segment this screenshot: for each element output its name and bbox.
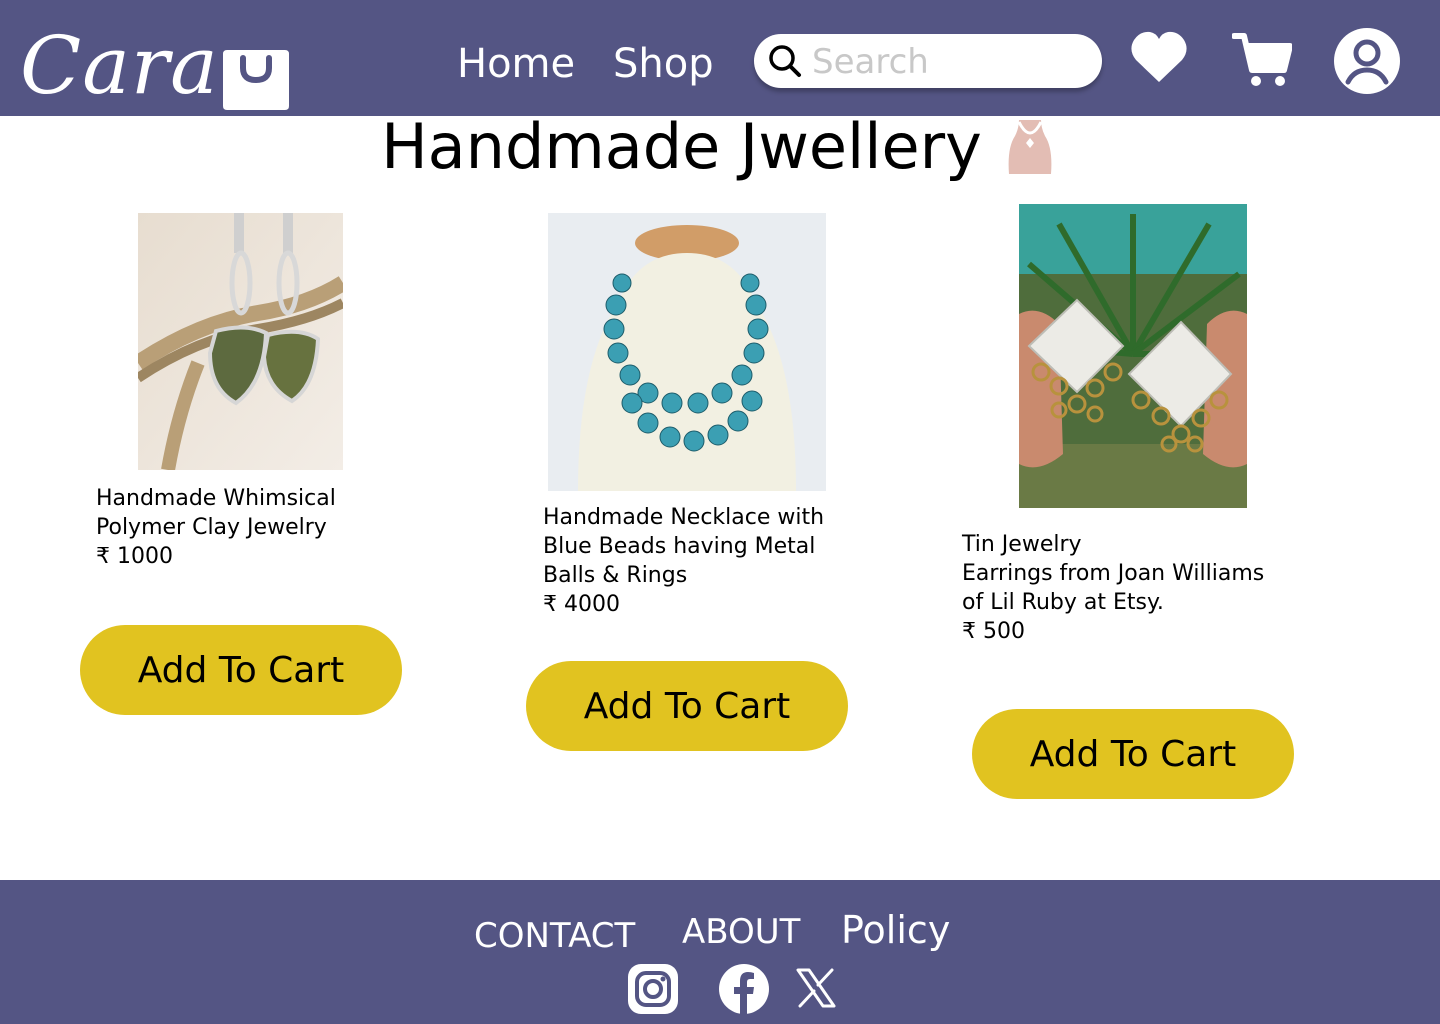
product-name: Tin Jewelry Earrings from Joan Williams … — [962, 532, 1265, 615]
footer-policy-link[interactable]: Policy — [841, 906, 950, 954]
heart-icon[interactable] — [1130, 30, 1188, 84]
brand-logo[interactable]: Cara — [20, 20, 219, 112]
instagram-icon[interactable] — [628, 964, 678, 1014]
search-bar[interactable] — [754, 34, 1102, 88]
footer: CONTACT ABOUT Policy — [0, 880, 1440, 1024]
user-avatar-icon[interactable] — [1334, 28, 1400, 94]
x-icon[interactable] — [796, 968, 836, 1008]
add-to-cart-button[interactable]: Add To Cart — [526, 661, 848, 751]
footer-about-link[interactable]: ABOUT — [682, 908, 800, 956]
page-title: Handmade Jwellery — [0, 112, 1440, 182]
search-icon — [769, 45, 801, 77]
product-name: Handmade Necklace with Blue Beads having… — [543, 505, 825, 588]
cart-icon[interactable] — [1232, 32, 1292, 88]
page-title-text: Handmade Jwellery — [381, 110, 982, 183]
add-to-cart-button[interactable]: Add To Cart — [972, 709, 1294, 799]
product-image-tin-earrings[interactable] — [1019, 204, 1247, 508]
product-image-earrings[interactable] — [138, 213, 343, 470]
add-to-cart-button[interactable]: Add To Cart — [80, 625, 402, 715]
search-input[interactable] — [810, 40, 1094, 84]
product-price: ₹ 4000 — [543, 592, 620, 617]
product-image-necklace[interactable] — [548, 213, 826, 491]
product-price: ₹ 500 — [962, 619, 1025, 644]
necklace-icon — [1008, 120, 1052, 174]
product-price: ₹ 1000 — [96, 544, 173, 569]
facebook-icon[interactable] — [719, 964, 769, 1014]
shopping-bag-icon[interactable] — [219, 44, 293, 112]
nav-home-link[interactable]: Home — [457, 40, 575, 88]
navbar: Cara Home Shop — [0, 0, 1440, 116]
product-name: Handmade Whimsical Polymer Clay Jewelry — [96, 486, 336, 540]
footer-contact-link[interactable]: CONTACT — [474, 912, 635, 960]
nav-shop-link[interactable]: Shop — [613, 40, 714, 88]
